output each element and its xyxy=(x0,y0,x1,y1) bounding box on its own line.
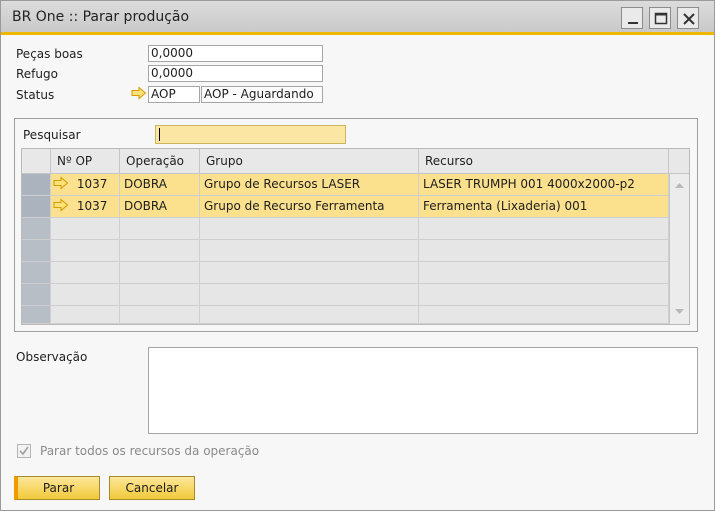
table-row[interactable]: 1037 DOBRA Grupo de Recursos LASER LASER… xyxy=(22,174,669,196)
refugo-field[interactable]: 0,0000 xyxy=(148,65,323,82)
op-value: 1037 xyxy=(76,199,108,213)
minimize-button[interactable] xyxy=(621,7,643,29)
close-icon xyxy=(683,13,695,25)
window-title: BR One :: Parar produção xyxy=(12,9,190,25)
status-label: Status xyxy=(16,88,55,102)
link-arrow-icon[interactable] xyxy=(53,198,69,212)
grid-header-filler xyxy=(669,149,689,174)
parar-button[interactable]: Parar xyxy=(14,476,100,500)
maximize-button[interactable] xyxy=(649,7,671,29)
table-row-empty[interactable] xyxy=(22,218,669,240)
refugo-label: Refugo xyxy=(16,67,58,81)
parar-todos-checkbox[interactable] xyxy=(17,444,31,458)
checkmark-icon xyxy=(19,446,29,456)
table-row-empty[interactable] xyxy=(22,306,669,324)
grupo-cell[interactable]: Grupo de Recurso Ferramenta xyxy=(200,196,419,218)
cancel-button[interactable]: Cancelar xyxy=(109,476,195,500)
table-row-empty[interactable] xyxy=(22,284,669,306)
column-header-grupo[interactable]: Grupo xyxy=(200,149,419,174)
search-input[interactable] xyxy=(155,125,346,144)
link-arrow-icon[interactable] xyxy=(131,86,147,100)
column-header-recurso[interactable]: Recurso xyxy=(419,149,669,174)
scroll-down-icon[interactable] xyxy=(672,304,687,318)
table-row[interactable]: 1037 DOBRA Grupo de Recurso Ferramenta F… xyxy=(22,196,669,218)
table-row-empty[interactable] xyxy=(22,262,669,284)
close-button[interactable] xyxy=(677,7,699,29)
dialog-window: BR One :: Parar produção Peças boas 0,00… xyxy=(0,0,715,511)
column-header-op[interactable]: Nº OP xyxy=(51,149,120,174)
op-cell[interactable]: 1037 xyxy=(51,196,120,218)
title-bar[interactable]: BR One :: Parar produção xyxy=(1,1,714,35)
row-selector[interactable] xyxy=(22,196,51,218)
status-code-field[interactable]: AOP xyxy=(148,86,200,103)
row-selector[interactable] xyxy=(22,174,51,196)
column-header-operacao[interactable]: Operação xyxy=(120,149,200,174)
parar-todos-label: Parar todos os recursos da operação xyxy=(40,444,260,458)
recurso-cell[interactable]: LASER TRUMPH 001 4000x2000-p2 xyxy=(419,174,669,196)
link-arrow-icon[interactable] xyxy=(53,176,69,190)
operacao-cell[interactable]: DOBRA xyxy=(120,174,200,196)
observacao-label: Observação xyxy=(16,350,88,364)
scroll-up-icon[interactable] xyxy=(672,178,687,192)
op-cell[interactable]: 1037 xyxy=(51,174,120,196)
grid-corner-header xyxy=(22,149,51,174)
operacao-cell[interactable]: DOBRA xyxy=(120,196,200,218)
grid-scrollbar[interactable] xyxy=(669,174,689,324)
pecas-boas-label: Peças boas xyxy=(16,47,83,61)
recurso-cell[interactable]: Ferramenta (Lixaderia) 001 xyxy=(419,196,669,218)
resources-grid: Nº OP Operação Grupo Recurso 1037 DOBRA … xyxy=(21,148,690,325)
table-row-empty[interactable] xyxy=(22,240,669,262)
maximize-icon xyxy=(654,12,668,25)
pecas-boas-field[interactable]: 0,0000 xyxy=(148,45,323,62)
search-label: Pesquisar xyxy=(23,128,81,142)
op-value: 1037 xyxy=(76,177,108,191)
observacao-textarea[interactable] xyxy=(148,347,698,434)
minimize-icon xyxy=(628,22,638,24)
grupo-cell[interactable]: Grupo de Recursos LASER xyxy=(200,174,419,196)
status-description-field: AOP - Aguardando xyxy=(201,86,323,103)
